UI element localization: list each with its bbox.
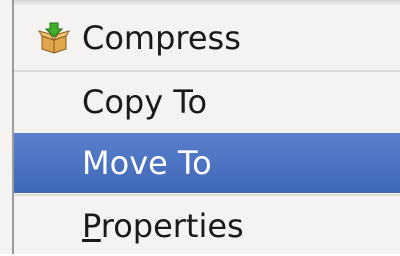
- menu-item-label: Copy To: [82, 83, 208, 121]
- menu-item-copy-to[interactable]: Copy To: [14, 72, 400, 132]
- menu-item-compress[interactable]: Compress: [14, 8, 400, 68]
- mnemonic-letter: P: [82, 207, 101, 245]
- menu-item-properties[interactable]: Properties: [14, 196, 400, 256]
- menu-top-edge: [14, 0, 400, 6]
- menu-item-label: Move To: [82, 144, 212, 182]
- menu-item-move-to[interactable]: Move To: [14, 133, 400, 193]
- menu-item-label: Properties: [82, 208, 244, 244]
- compress-box-icon: [37, 22, 71, 54]
- menu-item-label: Compress: [82, 19, 241, 57]
- menu-item-label-rest: roperties: [100, 207, 244, 245]
- context-menu: Compress Copy To Move To Properties: [0, 0, 400, 254]
